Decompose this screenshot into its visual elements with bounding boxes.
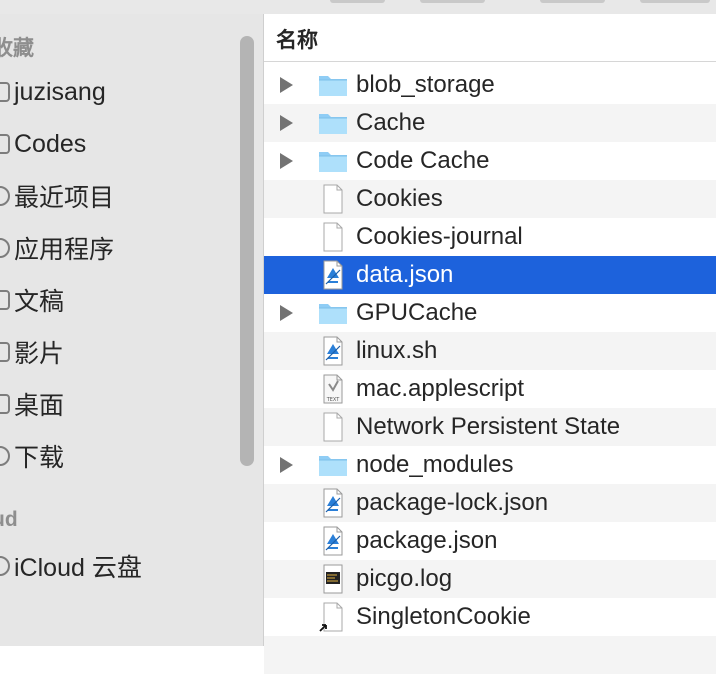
file-row[interactable]: GPUCache (264, 294, 716, 332)
file-row[interactable]: package-lock.json (264, 484, 716, 522)
sidebar-item-label: 下载 (14, 444, 65, 472)
file-row[interactable]: Cookies-journal (264, 218, 716, 256)
sidebar-item[interactable]: 最近项目 (0, 174, 230, 218)
script-file-icon (318, 336, 348, 366)
favorites-heading: 收藏 (0, 37, 34, 60)
file-row-selected[interactable]: data.json (264, 256, 716, 294)
folder-icon (318, 450, 348, 480)
download-icon (0, 443, 14, 469)
sidebar-item-label: 最近项目 (14, 184, 115, 212)
clock-icon (0, 183, 14, 209)
script-file-icon (318, 488, 348, 518)
list-header: 名称 (264, 14, 716, 62)
applications-icon (0, 235, 14, 261)
folder-icon (318, 108, 348, 138)
file-name: Cookies-journal (356, 223, 523, 250)
file-name: data.json (356, 261, 454, 288)
alias-file-icon (318, 602, 348, 632)
file-row[interactable]: Network Persistent State (264, 408, 716, 446)
disclosure-triangle-icon[interactable] (280, 457, 293, 473)
file-name: Cookies (356, 185, 443, 212)
folder-icon (0, 131, 14, 157)
sidebar-item-label: 影片 (14, 340, 65, 368)
file-name: mac.applescript (356, 375, 525, 402)
desktop-icon (0, 391, 14, 417)
sidebar-item-label: 应用程序 (14, 236, 115, 264)
sidebar: 收藏 ud juzisang Codes 最近项目应用程序文稿影片桌面下载 iClou… (0, 14, 263, 646)
folder-icon (318, 70, 348, 100)
sidebar-item[interactable]: iCloud 云盘 (0, 544, 230, 588)
toolbar-segment[interactable] (540, 0, 605, 3)
file-name: SingletonCookie (356, 603, 531, 630)
file-list: blob_storage Cache Code Cache Cookies Cookie… (264, 66, 716, 674)
home-icon (0, 79, 14, 105)
log-file-icon (318, 564, 348, 594)
file-name: package.json (356, 527, 498, 554)
sidebar-item-label: 桌面 (14, 392, 65, 420)
file-name: picgo.log (356, 565, 453, 592)
file-row[interactable]: Code Cache (264, 142, 716, 180)
svg-text:TEXT: TEXT (326, 397, 341, 403)
sidebar-item[interactable]: 应用程序 (0, 226, 230, 270)
file-row[interactable]: picgo.log (264, 560, 716, 598)
file-name: node_modules (356, 451, 514, 478)
sidebar-scrollbar[interactable] (240, 36, 254, 466)
folder-icon (318, 298, 348, 328)
file-row[interactable]: Cache (264, 104, 716, 142)
film-icon (0, 339, 14, 365)
sidebar-item[interactable]: 影片 (0, 330, 230, 374)
sidebar-item-label: Codes (14, 129, 87, 158)
file-row[interactable] (264, 636, 716, 674)
sidebar-item[interactable]: Codes (0, 122, 230, 166)
script-file-icon (318, 526, 348, 556)
cloud-icon (0, 553, 14, 579)
file-row[interactable]: blob_storage (264, 66, 716, 104)
file-name: package-lock.json (356, 489, 549, 516)
toolbar-segment[interactable] (420, 0, 485, 3)
sidebar-item[interactable]: juzisang (0, 70, 230, 114)
file-name: Code Cache (356, 147, 490, 174)
toolbar (0, 0, 716, 14)
disclosure-triangle-icon[interactable] (280, 77, 293, 93)
file-name: linux.sh (356, 337, 438, 364)
file-name: GPUCache (356, 299, 478, 326)
sidebar-item[interactable]: 下载 (0, 434, 230, 478)
file-row[interactable]: linux.sh (264, 332, 716, 370)
disclosure-triangle-icon[interactable] (280, 305, 293, 321)
file-row[interactable]: TEXT mac.applescript (264, 370, 716, 408)
file-name: blob_storage (356, 71, 495, 98)
sidebar-item[interactable]: 文稿 (0, 278, 230, 322)
sidebar-item-label: iCloud 云盘 (14, 554, 142, 582)
file-row[interactable]: Cookies (264, 180, 716, 218)
file-name: Network Persistent State (356, 413, 621, 440)
document-icon (318, 222, 348, 252)
disclosure-triangle-icon[interactable] (280, 153, 293, 169)
sidebar-item-label: juzisang (14, 77, 106, 106)
file-row[interactable]: node_modules (264, 446, 716, 484)
file-name: Cache (356, 109, 426, 136)
text-file-icon: TEXT (318, 374, 348, 404)
document-icon (0, 287, 14, 313)
toolbar-segment[interactable] (640, 0, 710, 3)
file-row[interactable]: package.json (264, 522, 716, 560)
sidebar-item-label: 文稿 (14, 288, 65, 316)
sidebar-item[interactable]: 桌面 (0, 382, 230, 426)
column-header-name[interactable]: 名称 (276, 24, 318, 54)
folder-icon (318, 146, 348, 176)
document-icon (318, 412, 348, 442)
disclosure-triangle-icon[interactable] (280, 115, 293, 131)
file-row[interactable]: SingletonCookie (264, 598, 716, 636)
script-file-icon (318, 260, 348, 290)
icloud-heading: ud (0, 508, 18, 531)
toolbar-segment[interactable] (330, 0, 385, 3)
document-icon (318, 184, 348, 214)
